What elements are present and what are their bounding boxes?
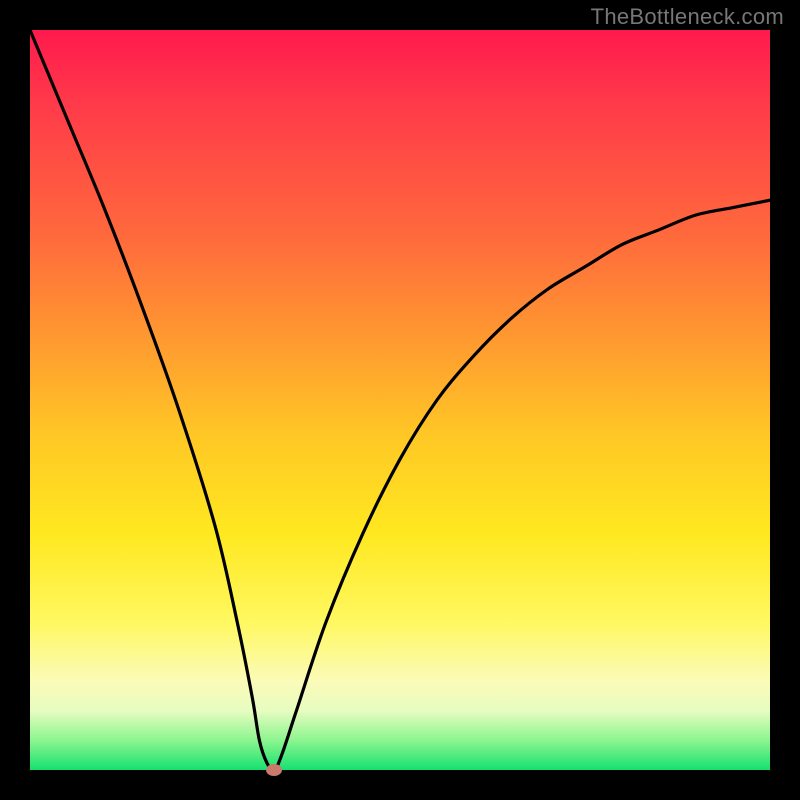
chart-container: TheBottleneck.com bbox=[0, 0, 800, 800]
bottleneck-curve bbox=[30, 30, 770, 770]
min-marker-dot bbox=[266, 764, 282, 776]
plot-area bbox=[30, 30, 770, 770]
curve-svg bbox=[30, 30, 770, 770]
watermark-text: TheBottleneck.com bbox=[591, 4, 784, 30]
